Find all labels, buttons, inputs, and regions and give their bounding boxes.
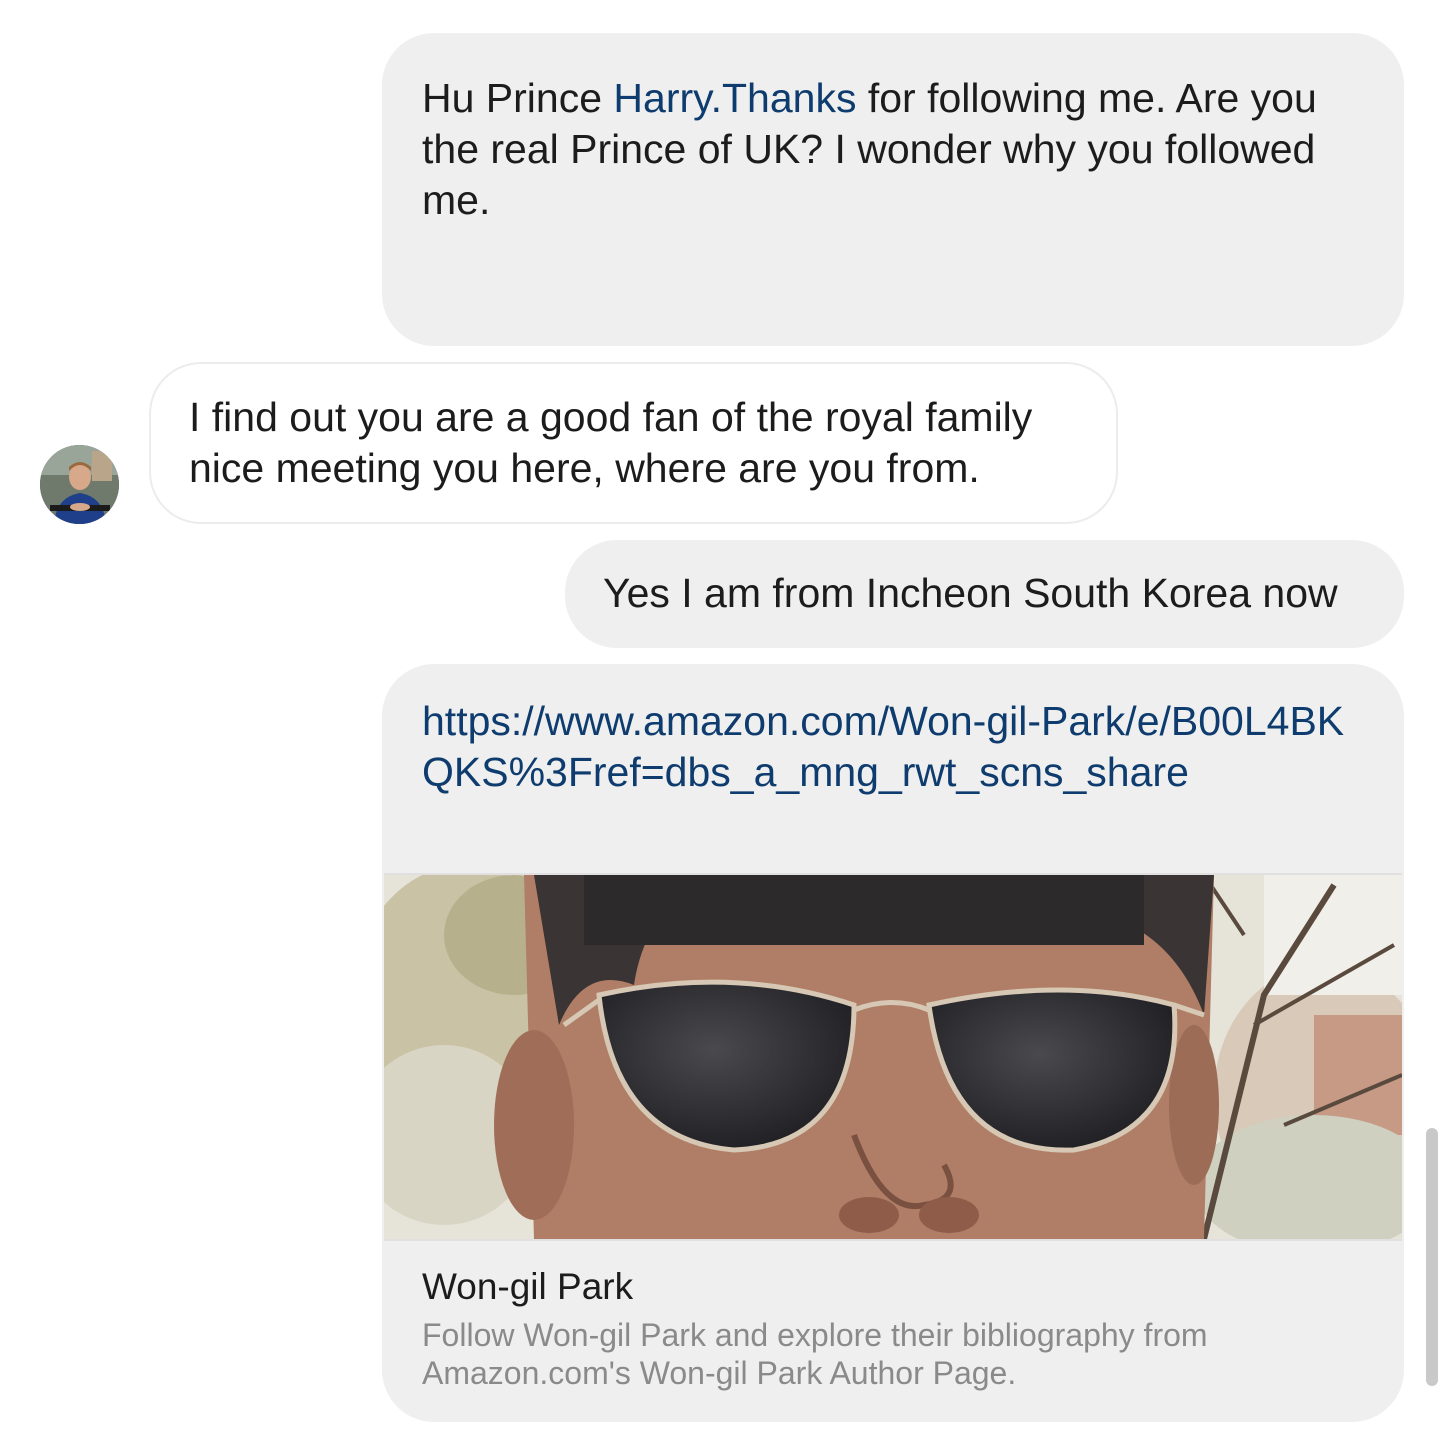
- scrollbar[interactable]: [1426, 1128, 1438, 1386]
- message-thread[interactable]: Hu Prince Harry.Thanks for following me.…: [0, 0, 1440, 1440]
- message-inline-link[interactable]: Harry.Thanks: [613, 75, 856, 121]
- sent-message-bubble[interactable]: Hu Prince Harry.Thanks for following me.…: [382, 33, 1404, 346]
- received-message-bubble[interactable]: I find out you are a good fan of the roy…: [149, 362, 1118, 524]
- link-preview-card[interactable]: https://www.amazon.com/Won-gil-Park/e/B0…: [382, 664, 1404, 1422]
- link-title: Won-gil Park: [422, 1266, 634, 1307]
- sent-message-bubble[interactable]: Yes I am from Incheon South Korea now: [565, 540, 1404, 648]
- avatar-man-in-blue-shirt-icon: [40, 445, 119, 524]
- link-description: Follow Won-gil Park and explore their bi…: [422, 1317, 1208, 1391]
- message-text-prefix: Hu Prince: [422, 75, 614, 121]
- sender-avatar[interactable]: [40, 445, 119, 524]
- message-text: I find out you are a good fan of the roy…: [189, 394, 1033, 491]
- link-url[interactable]: https://www.amazon.com/Won-gil-Park/e/B0…: [422, 696, 1372, 798]
- author-photo-man-in-sunglasses-icon: [384, 875, 1402, 1239]
- message-text: Yes I am from Incheon South Korea now: [603, 570, 1338, 616]
- link-preview-image[interactable]: [384, 873, 1402, 1241]
